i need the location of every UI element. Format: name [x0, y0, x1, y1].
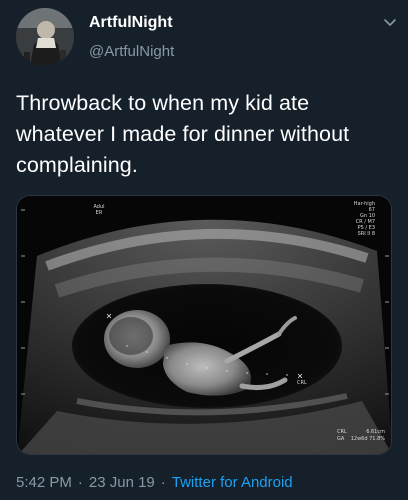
ultrasound-image: Har-high 67 Gn 10 CR / M7 P5 / E3 SRI II…	[17, 196, 391, 454]
avatar-image	[16, 8, 74, 66]
overlay-bottom-left-2: GA	[337, 436, 345, 442]
tweet-media-ultrasound[interactable]: Har-high 67 Gn 10 CR / M7 P5 / E3 SRI II…	[16, 195, 392, 455]
overlay-bottom-right-2: 12w6d 71.8%	[351, 436, 386, 442]
overlay-crl-label: CRL	[297, 380, 307, 386]
meta-separator: ·	[160, 474, 166, 491]
chevron-down-icon[interactable]	[382, 14, 398, 30]
overlay-bottom-right-1: 6.61cm	[366, 429, 385, 435]
display-name[interactable]: ArtfulNight	[89, 14, 173, 32]
overlay-bottom-left-1: CRL	[337, 429, 347, 435]
tweet-date: 23 Jun 19	[88, 474, 155, 491]
tweet-metadata: 5:42 PM · 23 Jun 19 · Twitter for Android	[16, 474, 293, 491]
tweet-card: ArtfulNight @ArtfulNight Throwback to wh…	[0, 0, 408, 500]
overlay-top-right-6: SRI II 8	[358, 231, 375, 237]
overlay-top-left-2: ER	[96, 210, 103, 216]
meta-separator: ·	[77, 474, 83, 491]
tweet-time: 5:42 PM	[16, 474, 72, 491]
avatar[interactable]	[16, 8, 74, 66]
tweet-source-link[interactable]: Twitter for Android	[172, 474, 293, 491]
user-handle[interactable]: @ArtfulNight	[89, 43, 174, 60]
tweet-text: Throwback to when my kid ate whatever I …	[16, 91, 350, 177]
